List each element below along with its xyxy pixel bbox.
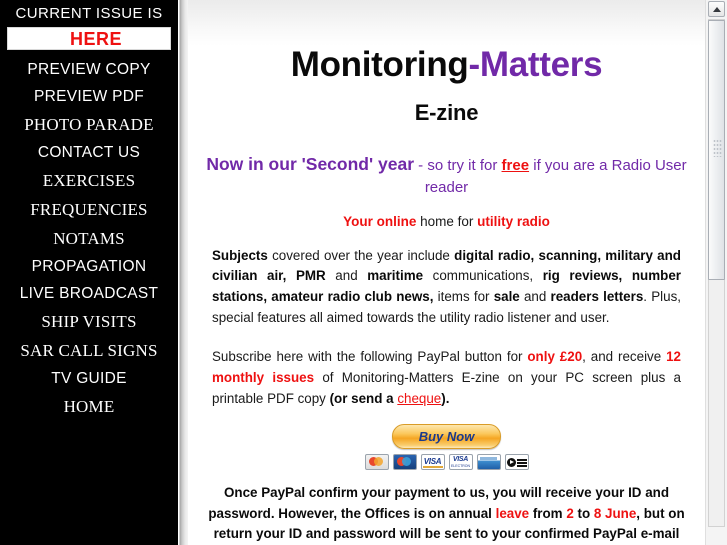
paypal-section: Buy Now VISA VISA ELECTRON xyxy=(202,424,691,471)
sidebar-divider xyxy=(178,0,188,545)
sidebar-item-frequencies[interactable]: FREQUENCIES xyxy=(0,195,178,224)
sidebar-item-tv-guide[interactable]: TV GUIDE xyxy=(0,365,178,392)
free-link[interactable]: free xyxy=(502,157,530,174)
subjects-segment-7: items for xyxy=(433,289,494,305)
subjects-segment-9: and xyxy=(519,289,551,305)
sidebar-item-contact-us[interactable]: CONTACT US xyxy=(0,139,178,166)
scrollbar-thumb[interactable] xyxy=(708,20,725,280)
solo-card-icon xyxy=(476,454,501,471)
visa-icon: VISA xyxy=(420,454,445,471)
subjects-paragraph: Subjects covered over the year include d… xyxy=(202,246,691,329)
leave-highlight: leave xyxy=(495,505,530,521)
your-online-text: Your online xyxy=(343,213,417,229)
online-home-line: Your online home for utility radio xyxy=(202,214,691,229)
price-20: only £20 xyxy=(527,349,583,365)
subjects-segment-1: covered over the year include xyxy=(267,247,455,263)
main-content: Monitoring-Matters E-zine Now in our 'Se… xyxy=(188,0,705,545)
page-root: CURRENT ISSUE IS HERE PREVIEW COPY PREVIE… xyxy=(0,0,727,545)
content-top-shade xyxy=(188,0,705,46)
sidebar-item-photo-parade[interactable]: PHOTO PARADE xyxy=(0,110,178,139)
subscribe-text-2: , and receive xyxy=(582,349,667,365)
page-scrollbar[interactable] xyxy=(705,0,727,545)
subscribe-text-1: Subscribe here with the following PayPal… xyxy=(212,349,528,365)
confirm-text-2: from xyxy=(529,505,567,521)
paypal-buy-now-button[interactable]: Buy Now xyxy=(392,424,501,450)
sidebar-heading: CURRENT ISSUE IS xyxy=(15,5,163,22)
sidebar-item-ship-visits[interactable]: SHIP VISITS xyxy=(0,307,178,336)
subjects-segment-8: sale xyxy=(493,289,520,305)
title-monitoring: Monitoring xyxy=(290,45,469,84)
direct-debit-icon xyxy=(504,454,529,471)
utility-radio-text: utility radio xyxy=(477,213,550,229)
subscribe-text-4: ). xyxy=(441,390,450,406)
sidebar: CURRENT ISSUE IS HERE PREVIEW COPY PREVIE… xyxy=(0,0,178,545)
current-issue-here-button[interactable]: HERE xyxy=(7,27,171,50)
accepted-cards: VISA VISA ELECTRON xyxy=(202,454,691,471)
page-subtitle: E-zine xyxy=(414,99,479,125)
buy-now-label: Buy Now xyxy=(418,429,475,445)
subjects-segment-10: readers letters xyxy=(550,289,644,305)
sidebar-nav: PREVIEW COPY PREVIEW PDF PHOTO PARADE CONTA… xyxy=(0,56,178,421)
visa-electron-icon: VISA ELECTRON xyxy=(448,454,473,471)
confirm-text-3: to xyxy=(573,505,594,521)
subscribe-paragraph: Subscribe here with the following PayPal… xyxy=(202,347,691,409)
sidebar-item-home[interactable]: HOME xyxy=(0,392,178,421)
subjects-segment-4: maritime xyxy=(367,268,424,284)
subjects-segment-3: and xyxy=(325,268,368,284)
scrollbar-grip-icon xyxy=(713,139,722,157)
page-title: Monitoring-Matters xyxy=(202,45,691,84)
sidebar-item-exercises[interactable]: EXERCISES xyxy=(0,166,178,195)
sidebar-item-propagation[interactable]: PROPAGATION xyxy=(0,253,178,280)
leave-date-to: 8 June xyxy=(593,505,637,521)
tagline-headline: Now in our 'Second' year xyxy=(206,153,415,174)
home-for-text: home for xyxy=(416,213,478,229)
cheque-link[interactable]: cheque xyxy=(397,391,441,406)
tagline-text-1: - so try it for xyxy=(414,156,502,174)
leave-date-from: 2 xyxy=(566,505,574,521)
here-label: HERE xyxy=(69,29,122,49)
sidebar-item-sar-call-signs[interactable]: SAR CALL SIGNS xyxy=(0,336,178,365)
or-send-a-text: (or send a xyxy=(329,390,398,406)
subjects-segment-5: communications, xyxy=(423,268,543,284)
tagline: Now in our 'Second' year - so try it for… xyxy=(202,151,691,200)
sidebar-item-preview-copy[interactable]: PREVIEW COPY xyxy=(0,56,178,83)
sidebar-item-live-broadcast[interactable]: LIVE BROADCAST xyxy=(0,280,178,307)
scroll-up-arrow-icon[interactable] xyxy=(708,1,725,17)
sidebar-item-preview-pdf[interactable]: PREVIEW PDF xyxy=(0,83,178,110)
maestro-icon xyxy=(392,454,417,471)
title-matters: -Matters xyxy=(468,45,603,84)
mastercard-icon xyxy=(364,454,389,471)
subjects-segment-0: Subjects xyxy=(212,247,268,263)
paypal-confirmation-paragraph: Once PayPal confirm your payment to us, … xyxy=(202,483,691,545)
sidebar-item-notams[interactable]: NOTAMS xyxy=(0,224,178,253)
